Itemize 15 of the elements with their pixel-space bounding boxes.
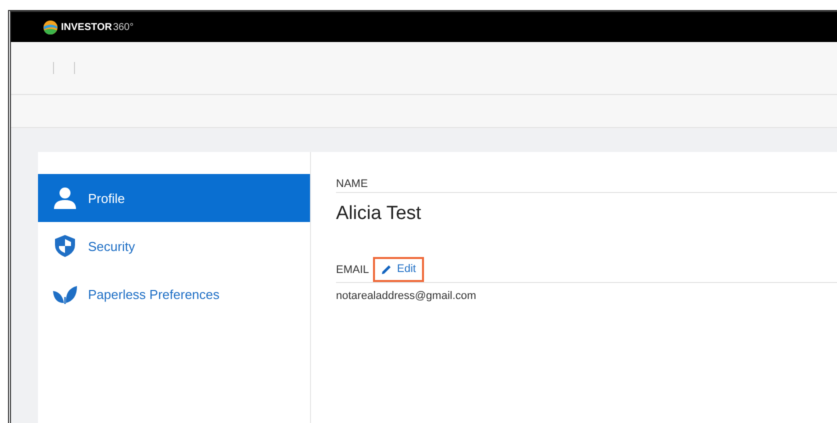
logo-text: INVESTOR (61, 22, 112, 32)
person-icon (52, 186, 78, 210)
field-label: NAME (336, 178, 837, 193)
edit-link[interactable]: Edit (373, 257, 424, 282)
shield-icon (52, 234, 78, 258)
sidebar-item[interactable]: Paperless Preferences (38, 270, 310, 318)
pencil-icon (381, 264, 392, 274)
email-value: notarealaddress@gmail.com (336, 290, 478, 302)
field-label: EMAIL (336, 264, 370, 276)
profile-name: Alicia Test (336, 203, 422, 225)
sidebar-item[interactable]: Profile (38, 174, 310, 222)
logo-icon (43, 20, 58, 34)
logo-text: 360° (112, 22, 134, 32)
leaf-icon (52, 283, 78, 305)
sidebar-item[interactable]: Security (38, 222, 310, 270)
